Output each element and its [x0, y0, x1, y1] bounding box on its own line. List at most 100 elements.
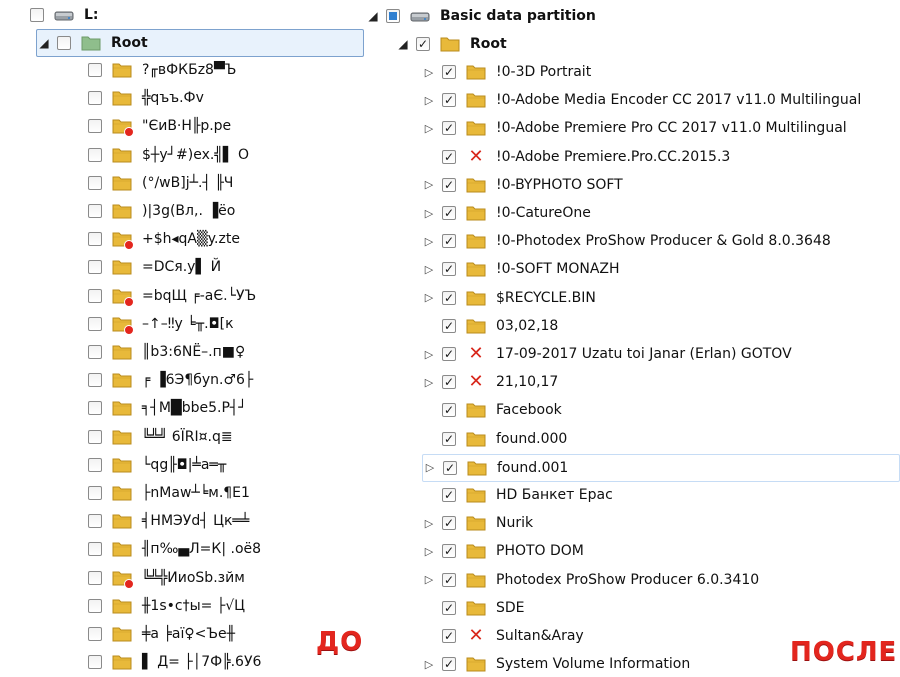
partition-checkbox[interactable]: [386, 9, 400, 23]
item-checkbox[interactable]: [442, 347, 456, 361]
item-checkbox[interactable]: [442, 206, 456, 220]
list-item[interactable]: ▷ found.001: [422, 453, 900, 482]
list-item[interactable]: ╪а ╞аї♀<Ъе╫: [88, 621, 235, 647]
item-checkbox[interactable]: [88, 119, 102, 134]
expand-arrow-icon[interactable]: ▷: [422, 206, 436, 220]
expand-arrow-icon[interactable]: ▷: [422, 234, 436, 248]
item-checkbox[interactable]: [88, 345, 102, 359]
list-item[interactable]: ╡НМЭУd┤ Цк═╧: [88, 508, 249, 534]
item-checkbox[interactable]: [442, 318, 456, 333]
root-row[interactable]: ◢ Root: [396, 31, 506, 57]
item-checkbox[interactable]: [88, 260, 102, 275]
item-checkbox[interactable]: [442, 516, 456, 531]
expand-arrow-icon[interactable]: ▷: [422, 291, 436, 305]
item-checkbox[interactable]: [442, 177, 456, 192]
item-checkbox[interactable]: [88, 486, 102, 500]
list-item[interactable]: ▷ Nurik: [422, 510, 533, 536]
list-item[interactable]: ▷Facebook: [422, 397, 562, 423]
list-item[interactable]: (°/wB]j┴.┤ ╟Ч: [88, 170, 233, 196]
collapse-arrow-icon[interactable]: ◢: [396, 37, 410, 51]
list-item[interactable]: ▷ $RECYCLE.BIN: [422, 285, 596, 311]
item-checkbox[interactable]: [88, 429, 102, 444]
list-item[interactable]: ▷ !0-SOFT MONAZH: [422, 256, 620, 282]
item-checkbox[interactable]: [442, 375, 456, 390]
list-item[interactable]: =bqЩ ╒-аЄ.└УЪ: [88, 283, 256, 309]
list-item[interactable]: ▷HD Банкет Ерас: [422, 482, 613, 508]
list-item[interactable]: ├nMaw┴╘м.¶E1: [88, 480, 250, 506]
root-row[interactable]: ◢ Root: [36, 29, 364, 57]
list-item[interactable]: ▷ ✕ 17-09-2017 Uzatu toi Janar (Erlan) GOT…: [422, 341, 792, 367]
list-item[interactable]: ▷ !0-BYPHOTO SOFT: [422, 172, 623, 198]
list-item[interactable]: ╕┤М█bbe5.Р┤┘: [88, 395, 247, 421]
item-checkbox[interactable]: [88, 542, 102, 557]
list-item[interactable]: ▷ System Volume Information: [422, 651, 690, 677]
list-item[interactable]: ▷ !0-CatureOne: [422, 200, 591, 226]
list-item[interactable]: ▷SDE: [422, 595, 525, 621]
list-item[interactable]: ▷✕Sultan&Aray: [422, 623, 584, 649]
item-checkbox[interactable]: [88, 147, 102, 162]
item-checkbox[interactable]: [442, 600, 456, 615]
expand-arrow-icon[interactable]: ▷: [422, 93, 436, 107]
list-item[interactable]: ▷ !0-Photodex ProShow Producer & Gold 8.0…: [422, 228, 831, 254]
list-item[interactable]: ╬qъъ.Фv: [88, 85, 204, 111]
item-checkbox[interactable]: [88, 457, 102, 472]
list-item[interactable]: ╚╩╬ИиоSb.зйм: [88, 565, 245, 591]
item-checkbox[interactable]: [442, 290, 456, 305]
item-checkbox[interactable]: [442, 121, 456, 136]
item-checkbox[interactable]: [88, 598, 102, 613]
expand-arrow-icon[interactable]: ▷: [422, 573, 436, 587]
root-checkbox[interactable]: [416, 37, 430, 51]
item-checkbox[interactable]: [88, 175, 102, 190]
collapse-arrow-icon[interactable]: ◢: [366, 9, 380, 23]
list-item[interactable]: ╫1s•с†ы= ├√Ц: [88, 593, 245, 619]
list-item[interactable]: ║b3:6NЁ–.п■♀: [88, 339, 245, 365]
item-checkbox[interactable]: [442, 431, 456, 446]
expand-arrow-icon[interactable]: ▷: [422, 657, 436, 671]
item-checkbox[interactable]: [442, 544, 456, 559]
list-item[interactable]: "ЄиВ·Н╟р.ре: [88, 113, 231, 139]
partition-row[interactable]: ◢ Basic data partition: [366, 3, 595, 29]
item-checkbox[interactable]: [88, 204, 102, 218]
list-item[interactable]: $┼у┘#)ex.╣▌ О: [88, 142, 249, 168]
item-checkbox[interactable]: [442, 403, 456, 418]
item-checkbox[interactable]: [442, 149, 456, 164]
item-checkbox[interactable]: [88, 63, 102, 77]
list-item[interactable]: ▷ Photodex ProShow Producer 6.0.3410: [422, 567, 759, 593]
list-item[interactable]: ▷03,02,18: [422, 313, 558, 339]
item-checkbox[interactable]: [443, 460, 457, 475]
item-checkbox[interactable]: [442, 572, 456, 587]
expand-arrow-icon[interactable]: ▷: [422, 262, 436, 276]
list-item[interactable]: ▷found.000: [422, 426, 567, 452]
list-item[interactable]: –↑–‼у ╘╥.◘[к: [88, 311, 234, 337]
expand-arrow-icon[interactable]: ▷: [422, 121, 436, 135]
list-item[interactable]: ▷ !0-Adobe Media Encoder CC 2017 v11.0 Mu…: [422, 87, 862, 113]
item-checkbox[interactable]: [88, 570, 102, 585]
collapse-arrow-icon[interactable]: ◢: [37, 36, 51, 50]
list-item[interactable]: ▷✕!0-Adobe Premiere.Pro.CC.2015.3: [422, 144, 730, 170]
item-checkbox[interactable]: [88, 232, 102, 247]
expand-arrow-icon[interactable]: ▷: [422, 516, 436, 530]
item-checkbox[interactable]: [88, 373, 102, 388]
expand-arrow-icon[interactable]: ▷: [422, 65, 436, 79]
list-item[interactable]: ▷ !0-Adobe Premiere Pro CC 2017 v11.0 Mul…: [422, 115, 847, 141]
item-checkbox[interactable]: [442, 488, 456, 502]
expand-arrow-icon[interactable]: ▷: [422, 375, 436, 389]
list-item[interactable]: ╢п‰▄Л=К| .оё8: [88, 536, 261, 562]
item-checkbox[interactable]: [88, 316, 102, 331]
item-checkbox[interactable]: [88, 655, 102, 670]
expand-arrow-icon[interactable]: ▷: [422, 347, 436, 361]
list-item[interactable]: )|3g(Вл,. ▐ёо: [88, 198, 235, 224]
list-item[interactable]: └qg╟◘|╧а═╥: [88, 452, 226, 478]
list-item[interactable]: ▷ PHOTO DOM: [422, 538, 584, 564]
item-checkbox[interactable]: [442, 262, 456, 277]
root-checkbox[interactable]: [57, 36, 71, 50]
list-item[interactable]: ▷ ✕ 21,10,17: [422, 369, 559, 395]
list-item[interactable]: ╒ ▐6Э¶бyn.♂6├: [88, 367, 253, 393]
item-checkbox[interactable]: [88, 91, 102, 106]
expand-arrow-icon[interactable]: ▷: [422, 544, 436, 558]
drive-checkbox[interactable]: [30, 8, 44, 22]
item-checkbox[interactable]: [442, 657, 456, 672]
item-checkbox[interactable]: [442, 65, 456, 79]
item-checkbox[interactable]: [88, 514, 102, 529]
expand-arrow-icon[interactable]: ▷: [423, 461, 437, 475]
